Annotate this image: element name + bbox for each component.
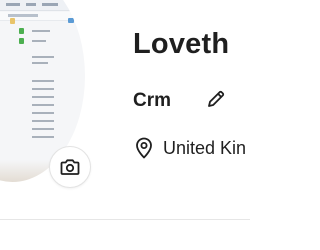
role-row: Crm [133, 90, 225, 112]
profile-picture [0, 0, 100, 190]
profile-name: Loveth [133, 28, 230, 60]
thumbnail-toolbar [0, 0, 85, 11]
location-row: United Kin [133, 137, 246, 159]
camera-icon [60, 158, 80, 176]
pencil-icon [206, 89, 226, 114]
profile-location: United Kin [163, 137, 247, 158]
divider [0, 219, 250, 220]
change-photo-button[interactable] [49, 146, 91, 188]
edit-role-button[interactable] [205, 90, 227, 112]
profile-role: Crm [133, 90, 172, 111]
location-pin-icon [133, 137, 155, 159]
profile-header: Loveth Crm United Kin [0, 0, 250, 250]
